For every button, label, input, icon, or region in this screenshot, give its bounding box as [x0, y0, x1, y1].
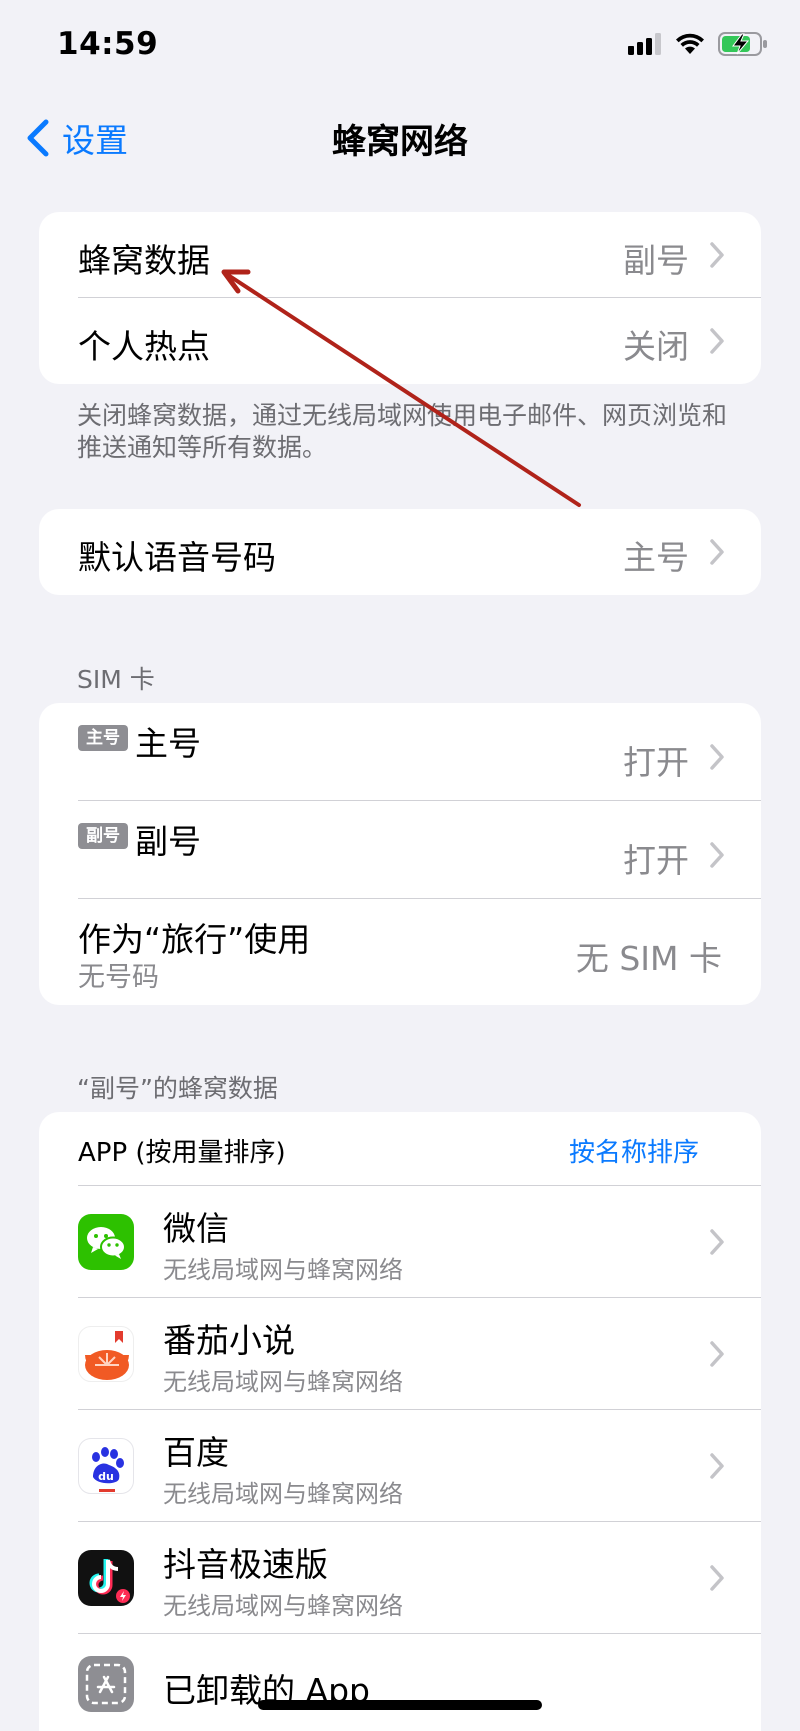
app-row-fanqie[interactable]: 番茄小说 无线局域网与蜂窝网络	[39, 1298, 761, 1410]
row-label: 蜂窝数据	[78, 241, 210, 280]
app-network: 无线局域网与蜂窝网络	[163, 1592, 403, 1620]
row-value: 打开	[623, 743, 689, 782]
sim-badge: 副号	[78, 823, 128, 849]
chevron-right-icon	[710, 842, 724, 868]
fanqie-icon	[78, 1326, 134, 1382]
apps-section-header: “副号”的蜂窝数据	[77, 1074, 278, 1103]
app-row-wechat[interactable]: 微信 无线局域网与蜂窝网络	[39, 1186, 761, 1298]
row-value: 打开	[623, 841, 689, 880]
home-indicator	[258, 1700, 542, 1710]
row-label: 副号	[135, 822, 201, 861]
navigation-bar: 设置 蜂窝网络	[0, 100, 800, 172]
chevron-right-icon	[710, 539, 724, 565]
personal-hotspot-row[interactable]: 个人热点 关闭	[39, 298, 761, 384]
row-label: 个人热点	[78, 327, 210, 366]
row-subtitle: 无号码	[78, 962, 159, 993]
chevron-right-icon	[710, 242, 724, 268]
sim-badge: 主号	[78, 725, 128, 751]
svg-text:du: du	[98, 1470, 114, 1483]
wechat-icon	[78, 1214, 134, 1270]
status-icons	[628, 32, 768, 56]
page-title: 蜂窝网络	[332, 122, 468, 162]
row-value: 主号	[623, 538, 689, 577]
status-bar: 14:59	[0, 0, 800, 100]
douyin-icon	[78, 1550, 134, 1606]
chevron-right-icon	[710, 1453, 724, 1479]
chevron-right-icon	[710, 1341, 724, 1367]
row-value: 关闭	[623, 327, 689, 366]
voice-group: 默认语音号码 主号	[39, 509, 761, 595]
row-label: 默认语音号码	[78, 538, 276, 577]
battery-charging-icon	[718, 32, 767, 56]
cellular-footer-note: 关闭蜂窝数据，通过无线局域网使用电子邮件、网页浏览和推送通知等所有数据。	[77, 401, 728, 462]
app-row-uninstalled[interactable]: 已卸载的 App	[39, 1634, 761, 1731]
apps-group: APP (按用量排序) 按名称排序 微信 无线局域网与蜂窝网络 番茄小说 无线局…	[39, 1112, 761, 1731]
wifi-icon	[676, 33, 704, 54]
travel-use-row[interactable]: 作为“旅行”使用 无号码 无 SIM 卡	[39, 899, 761, 1005]
app-network: 无线局域网与蜂窝网络	[163, 1480, 403, 1508]
baidu-icon: du	[78, 1438, 134, 1494]
app-name: 百度	[163, 1433, 229, 1472]
uninstalled-app-icon	[78, 1656, 134, 1712]
apps-sort-label: APP (按用量排序)	[78, 1138, 286, 1168]
row-label: 主号	[135, 724, 201, 763]
chevron-right-icon	[710, 328, 724, 354]
cellular-group: 蜂窝数据 副号 个人热点 关闭	[39, 212, 761, 384]
app-network: 无线局域网与蜂窝网络	[163, 1256, 403, 1284]
status-time: 14:59	[57, 26, 159, 62]
sort-by-name-button[interactable]: 按名称排序	[569, 1132, 699, 1169]
sim-section-header: SIM 卡	[77, 665, 155, 694]
sim-group: 主号 主号 打开 副号 副号 打开 作为“旅行”使用 无号码 无 SIM 卡	[39, 703, 761, 1005]
sim-primary-row[interactable]: 主号 主号 打开	[39, 703, 761, 801]
app-name: 微信	[163, 1209, 229, 1248]
app-row-douyin[interactable]: 抖音极速版 无线局域网与蜂窝网络	[39, 1522, 761, 1634]
cellular-data-row[interactable]: 蜂窝数据 副号	[39, 212, 761, 298]
row-label: 作为“旅行”使用	[78, 920, 311, 959]
chevron-right-icon	[710, 744, 724, 770]
default-voice-number-row[interactable]: 默认语音号码 主号	[39, 509, 761, 595]
app-name: 抖音极速版	[163, 1545, 328, 1584]
sim-secondary-row[interactable]: 副号 副号 打开	[39, 801, 761, 899]
chevron-right-icon	[710, 1565, 724, 1591]
row-value: 无 SIM 卡	[575, 939, 722, 978]
app-row-baidu[interactable]: du 百度 无线局域网与蜂窝网络	[39, 1410, 761, 1522]
row-value: 副号	[623, 241, 689, 280]
cellular-signal-icon	[628, 33, 661, 55]
app-name: 番茄小说	[163, 1321, 295, 1360]
chevron-right-icon	[710, 1229, 724, 1255]
app-network: 无线局域网与蜂窝网络	[163, 1368, 403, 1396]
apps-sort-row: APP (按用量排序) 按名称排序	[39, 1112, 761, 1186]
